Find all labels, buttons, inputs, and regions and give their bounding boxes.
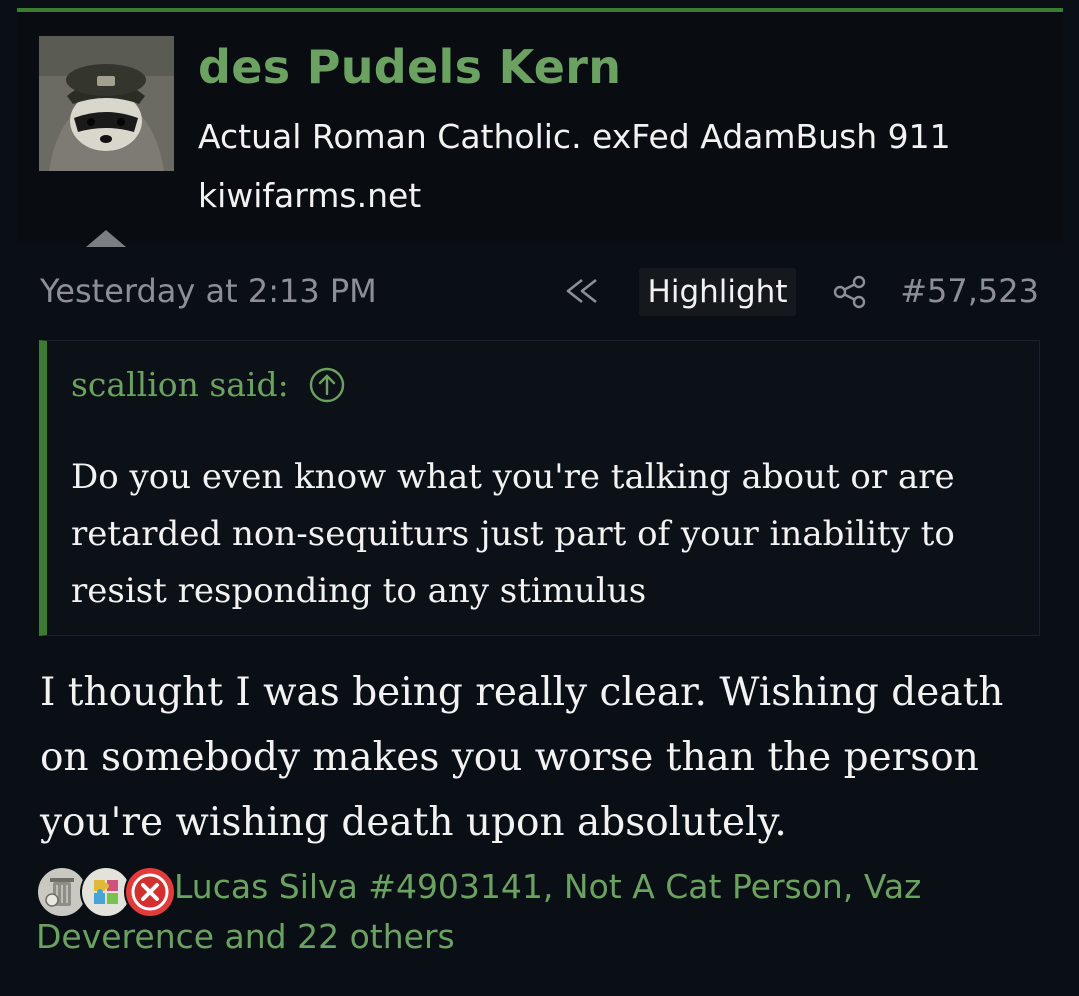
reaction-icons[interactable] bbox=[36, 866, 176, 918]
quote-author[interactable]: scallion said: bbox=[71, 365, 289, 404]
user-title: Actual Roman Catholic. exFed AdamBush 91… bbox=[198, 117, 951, 156]
username[interactable]: des Pudels Kern bbox=[198, 40, 621, 94]
message-body: I thought I was being really clear. Wish… bbox=[40, 670, 1004, 845]
highlight-button[interactable]: Highlight bbox=[639, 268, 796, 316]
user-avatar[interactable] bbox=[39, 36, 174, 171]
reactions-bar[interactable]: Lucas Silva #4903141, Not A Cat Person, … bbox=[36, 862, 1046, 962]
post-number-link[interactable]: #57,523 bbox=[900, 272, 1039, 310]
quote-block: scallion said: Do you even know what you… bbox=[39, 340, 1040, 636]
x-reaction-icon bbox=[124, 866, 176, 918]
post-meta-row: Yesterday at 2:13 PM Highlight #57,523 bbox=[0, 262, 1079, 322]
user-block-arrow bbox=[86, 230, 126, 247]
post-container: des Pudels Kern Actual Roman Catholic. e… bbox=[0, 0, 1079, 996]
post-date[interactable]: Yesterday at 2:13 PM bbox=[40, 272, 377, 310]
quote-text: Do you even know what you're talking abo… bbox=[71, 457, 955, 611]
share-icon[interactable] bbox=[832, 275, 868, 309]
rewind-icon[interactable] bbox=[562, 276, 602, 306]
user-site: kiwifarms.net bbox=[198, 176, 422, 215]
quote-header[interactable]: scallion said: bbox=[71, 365, 345, 404]
raccoon-avatar-icon bbox=[39, 36, 174, 171]
arrow-up-circle-icon[interactable] bbox=[309, 367, 345, 403]
